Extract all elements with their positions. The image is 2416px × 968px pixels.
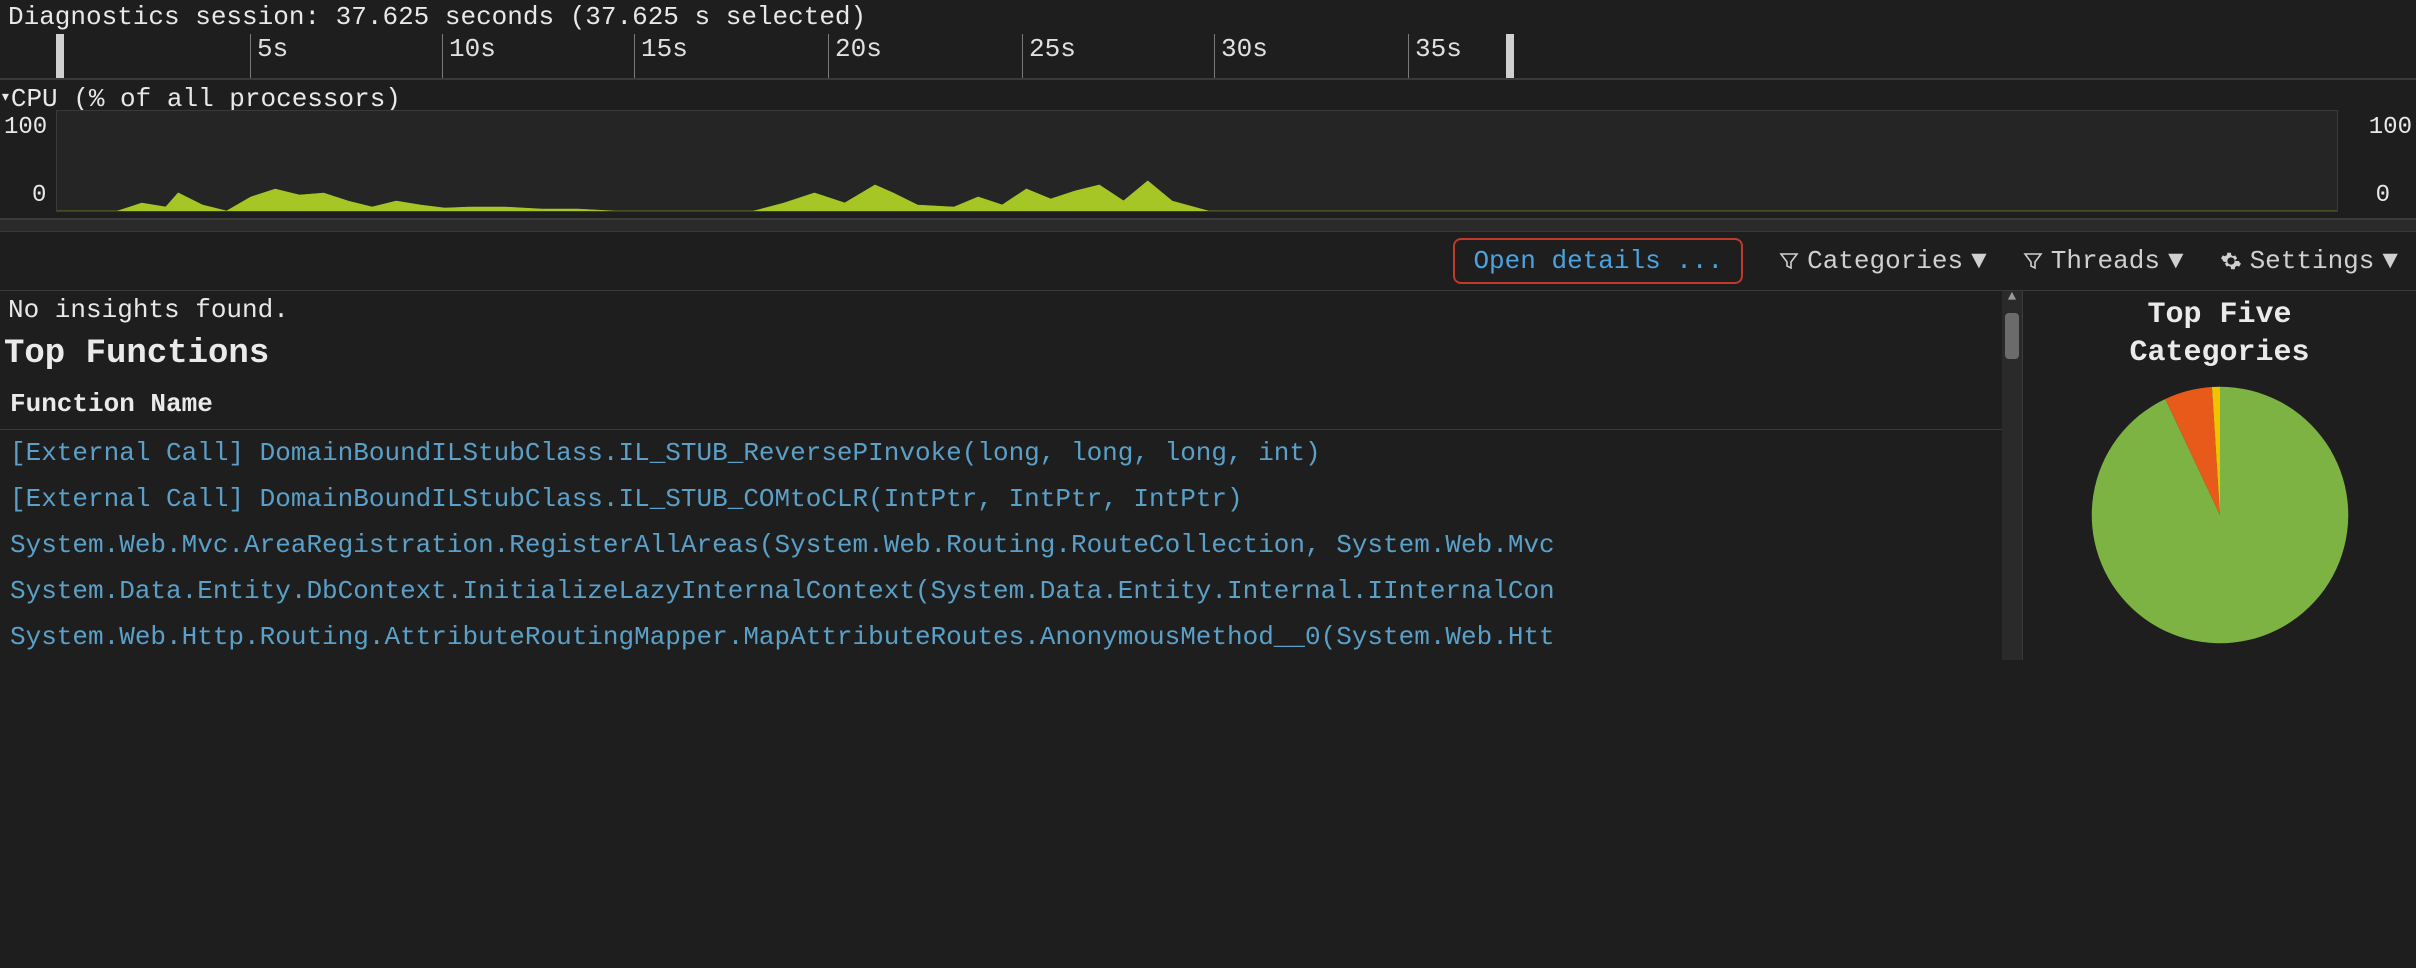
function-row[interactable]: System.Web.Mvc.AreaRegistration.Register… bbox=[0, 522, 2022, 568]
chevron-down-icon: ▼ bbox=[2168, 246, 2184, 276]
open-details-link[interactable]: Open details ... bbox=[1453, 238, 1743, 284]
categories-pie-chart[interactable] bbox=[2035, 380, 2404, 650]
cpu-y-axis-min-right: 0 bbox=[2376, 182, 2390, 209]
title-line-2: Categories bbox=[2129, 336, 2309, 370]
right-pane: Top Five Categories bbox=[2022, 291, 2416, 660]
cpu-chart[interactable] bbox=[56, 110, 2338, 212]
cpu-chart-section: ▾CPU (% of all processors) 100 0 100 0 bbox=[0, 80, 2416, 220]
cpu-y-axis-min: 0 bbox=[32, 182, 46, 209]
function-row[interactable]: [External Call] DomainBoundILStubClass.I… bbox=[0, 430, 2022, 476]
ruler-tick: 15s bbox=[634, 34, 688, 78]
settings-label: Settings bbox=[2250, 246, 2375, 276]
section-divider bbox=[0, 220, 2416, 232]
top-categories-title: Top Five Categories bbox=[2035, 297, 2404, 372]
chevron-down-icon: ▼ bbox=[2382, 246, 2398, 276]
ruler-tick: 10s bbox=[442, 34, 496, 78]
timeline-ruler[interactable]: 5s 10s 15s 20s 25s 30s 35s bbox=[0, 34, 2416, 80]
ruler-tick: 30s bbox=[1214, 34, 1268, 78]
cpu-y-axis-max: 100 bbox=[4, 114, 47, 141]
categories-label: Categories bbox=[1807, 246, 1963, 276]
scrollbar-up-icon[interactable]: ▲ bbox=[2002, 289, 2022, 305]
left-pane: No insights found. Top Functions Functio… bbox=[0, 291, 2022, 660]
filter-icon bbox=[1779, 251, 1799, 271]
no-insights-text: No insights found. bbox=[0, 291, 2022, 329]
ruler-tick: 5s bbox=[250, 34, 288, 78]
settings-menu[interactable]: Settings ▼ bbox=[2220, 246, 2398, 276]
content-row: No insights found. Top Functions Functio… bbox=[0, 291, 2416, 660]
chevron-down-icon: ▼ bbox=[1971, 246, 1987, 276]
categories-filter[interactable]: Categories ▼ bbox=[1779, 246, 1987, 276]
ruler-tick: 25s bbox=[1022, 34, 1076, 78]
function-row[interactable]: [External Call] DomainBoundILStubClass.I… bbox=[0, 476, 2022, 522]
function-row[interactable]: System.Web.Http.Routing.AttributeRouting… bbox=[0, 614, 2022, 660]
function-row[interactable]: System.Data.Entity.DbContext.InitializeL… bbox=[0, 568, 2022, 614]
threads-label: Threads bbox=[2051, 246, 2160, 276]
timeline-selection-handle-right[interactable] bbox=[1506, 34, 1514, 78]
function-name-column-header[interactable]: Function Name bbox=[0, 379, 2022, 430]
session-header: Diagnostics session: 37.625 seconds (37.… bbox=[0, 0, 2416, 34]
ruler-tick: 35s bbox=[1408, 34, 1462, 78]
threads-filter[interactable]: Threads ▼ bbox=[2023, 246, 2184, 276]
filter-icon bbox=[2023, 251, 2043, 271]
chevron-down-icon[interactable]: ▾ bbox=[0, 86, 11, 108]
scrollbar-thumb[interactable] bbox=[2005, 313, 2019, 359]
ruler-tick: 20s bbox=[828, 34, 882, 78]
top-functions-title: Top Functions bbox=[0, 329, 2022, 379]
gear-icon bbox=[2220, 250, 2242, 272]
cpu-y-axis-max-right: 100 bbox=[2369, 114, 2412, 141]
timeline-selection-handle-left[interactable] bbox=[56, 34, 64, 78]
vertical-scrollbar[interactable]: ▲ bbox=[2002, 291, 2022, 660]
title-line-1: Top Five bbox=[2147, 298, 2291, 332]
cpu-chart-svg bbox=[57, 111, 2337, 211]
toolbar: Open details ... Categories ▼ Threads ▼ … bbox=[0, 232, 2416, 291]
